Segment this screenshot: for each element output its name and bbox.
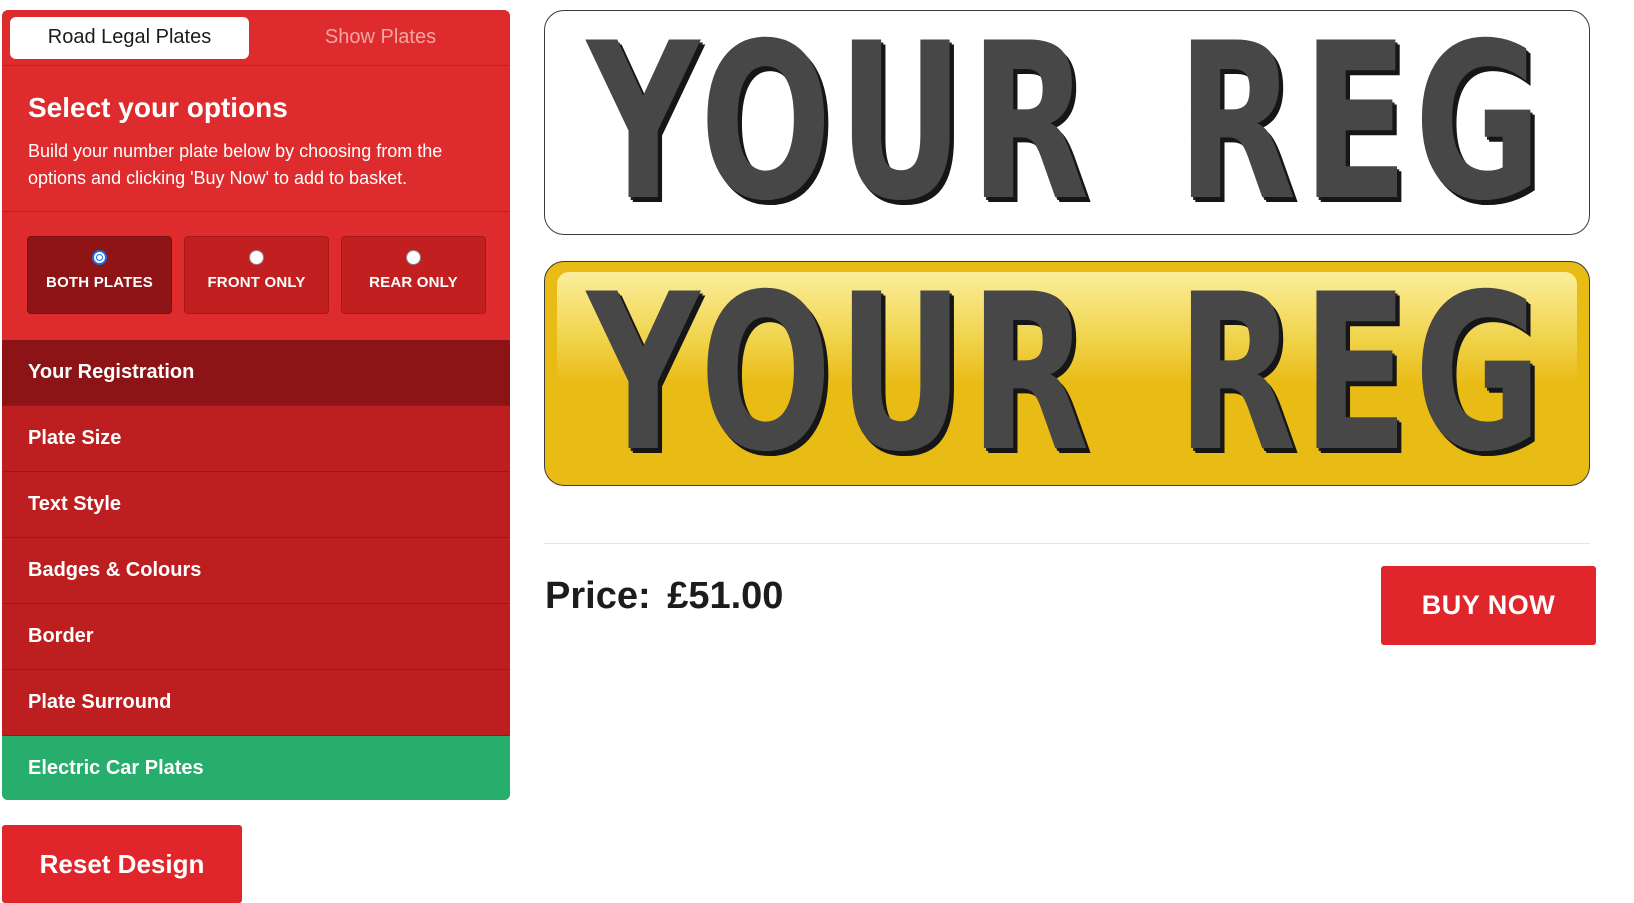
rear-only-label: REAR ONLY [369,274,458,291]
both-plates-option[interactable]: BOTH PLATES [27,236,172,314]
menu-item-border[interactable]: Border [2,604,510,670]
options-panel: Road Legal Plates Show Plates Select you… [2,10,510,800]
rear-only-radio[interactable] [406,250,421,265]
buy-now-button[interactable]: BUY NOW [1381,566,1596,645]
divider [544,543,1590,544]
front-only-label: FRONT ONLY [207,274,306,291]
price-label: Price: [545,575,651,617]
price-value: £51.00 [667,575,784,617]
tab-show-plates[interactable]: Show Plates [261,17,500,59]
front-plate-preview: YOUR REG [544,10,1590,235]
options-description: Build your number plate below by choosin… [28,141,443,188]
rear-plate-preview: YOUR REG [544,261,1590,486]
menu-item-plate-surround[interactable]: Plate Surround [2,670,510,736]
both-plates-radio[interactable] [92,250,107,265]
front-only-radio[interactable] [249,250,264,265]
menu-item-text-style[interactable]: Text Style [2,472,510,538]
tab-road-legal-plates[interactable]: Road Legal Plates [10,16,249,59]
plate-type-tabs: Road Legal Plates Show Plates [2,10,510,66]
rear-only-option[interactable]: REAR ONLY [341,236,486,314]
front-plate-text: YOUR REG [586,10,1548,235]
intro-section: Select your options Build your number pl… [2,66,510,212]
front-only-option[interactable]: FRONT ONLY [184,236,329,314]
both-plates-label: BOTH PLATES [46,274,153,291]
reset-design-button[interactable]: Reset Design [2,825,242,903]
menu-item-electric-car-plates[interactable]: Electric Car Plates [2,736,510,800]
rear-plate-text: YOUR REG [586,261,1548,486]
menu-item-badges-colours[interactable]: Badges & Colours [2,538,510,604]
menu-item-your-registration[interactable]: Your Registration [2,340,510,406]
plate-choice-group: BOTH PLATES FRONT ONLY REAR ONLY [2,212,510,340]
options-title: Select your options [28,92,288,123]
menu-item-plate-size[interactable]: Plate Size [2,406,510,472]
price-display: Price: £51.00 [545,575,783,618]
